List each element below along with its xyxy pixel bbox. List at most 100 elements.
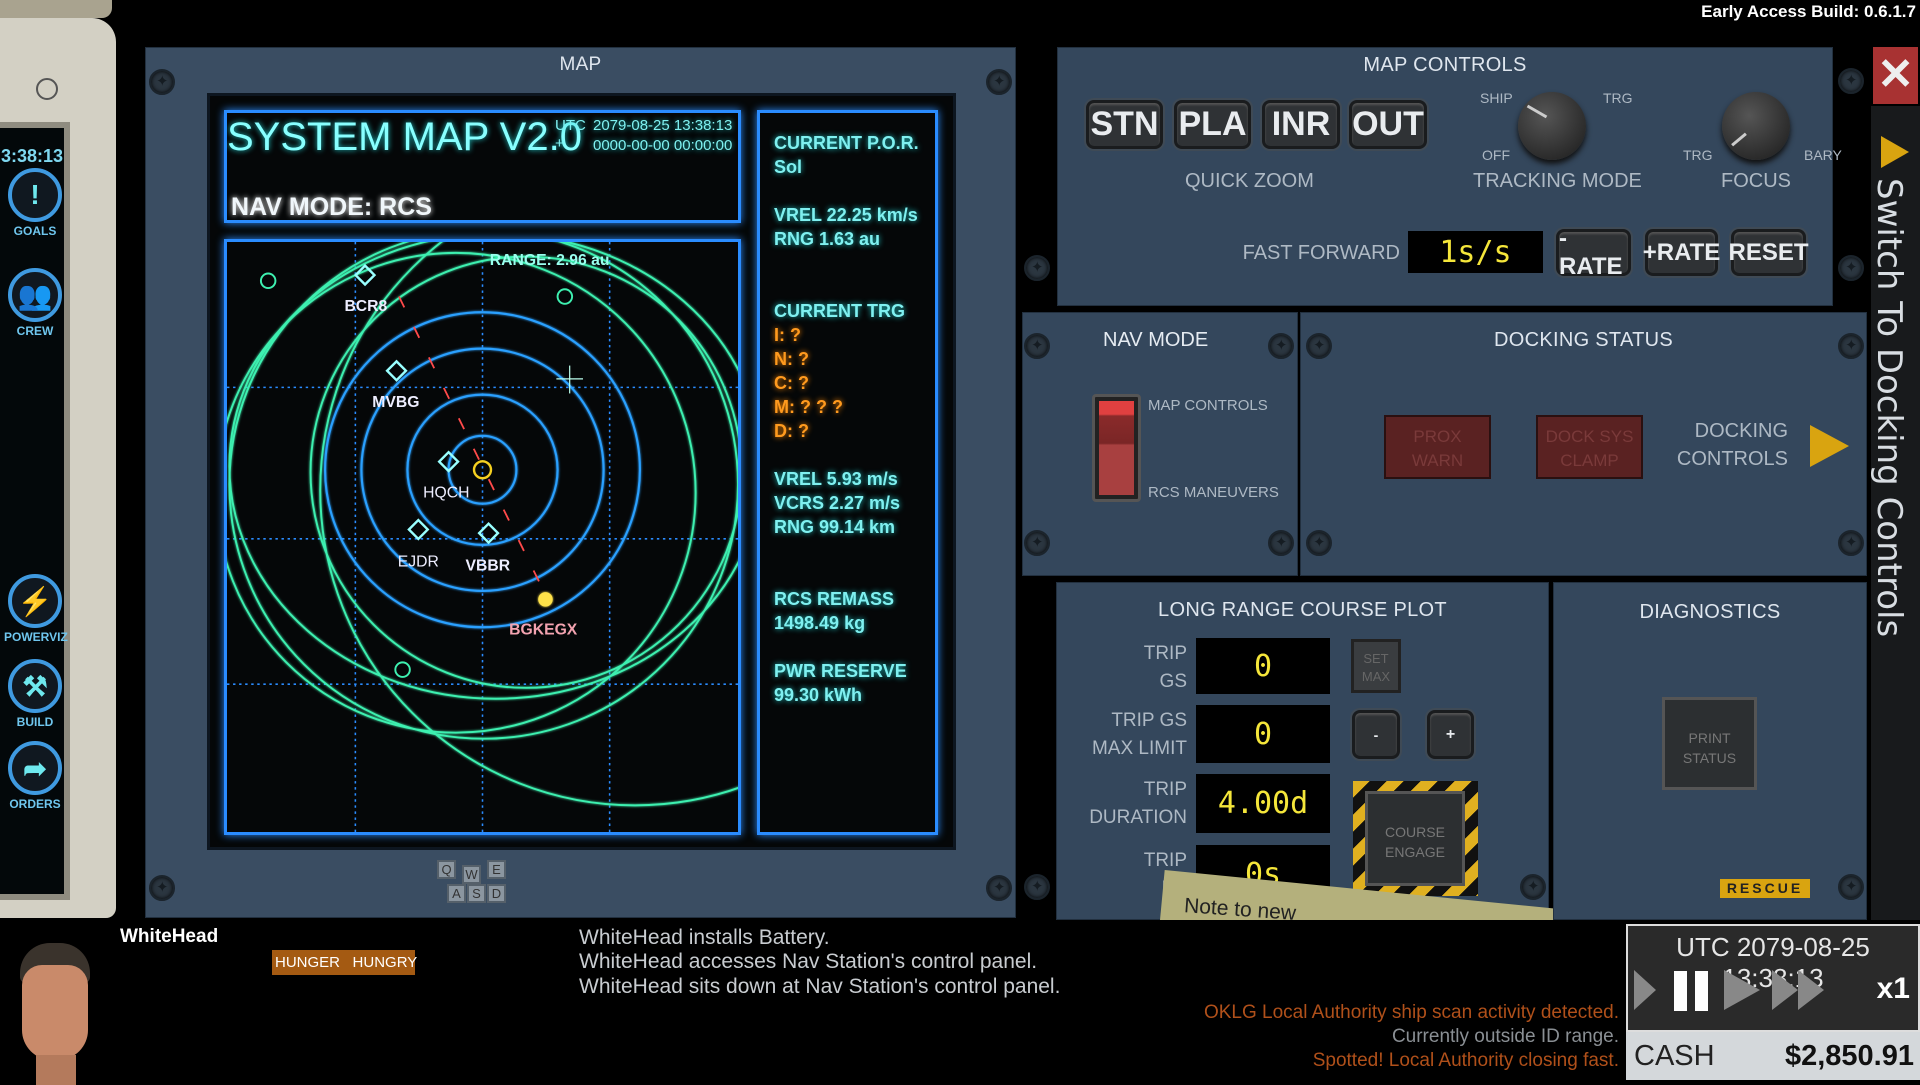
max-limit-increase-button[interactable]: +: [1427, 710, 1474, 759]
rate-reset-button[interactable]: RESET: [1729, 229, 1809, 276]
ship-marker[interactable]: [538, 592, 553, 607]
time-widget: UTC 2079-08-25 13:38:13 x1: [1626, 924, 1920, 1032]
sun-marker[interactable]: [472, 460, 493, 480]
ship-label[interactable]: BGKEGX: [509, 622, 578, 639]
log-line: WhiteHead sits down at Nav Station's con…: [579, 975, 1061, 998]
trip-gs-max-label: TRIP GS MAX LIMIT: [1091, 710, 1187, 759]
tracking-mode-label: TRACKING MODE: [1473, 170, 1642, 192]
speed-multiplier: x1: [1876, 972, 1910, 1005]
tracking-mode-knob[interactable]: [1518, 92, 1586, 160]
screw-icon: [1838, 333, 1864, 359]
exclamation-icon: !: [8, 168, 62, 222]
tablet-button[interactable]: [36, 78, 58, 100]
panel-title: LONG RANGE COURSE PLOT: [1158, 599, 1447, 621]
sidebar-item-powerviz[interactable]: ⚡ POWERVIZ: [4, 574, 68, 644]
panel-title: NAV MODE: [1103, 329, 1209, 351]
key-q[interactable]: Q: [437, 860, 456, 879]
play-button[interactable]: [1724, 970, 1760, 1010]
crew-name[interactable]: WhiteHead: [120, 926, 218, 948]
key-d[interactable]: D: [487, 884, 506, 903]
screw-icon: [1306, 333, 1332, 359]
zoom-out-button[interactable]: OUT: [1349, 100, 1427, 149]
key-w[interactable]: W: [462, 865, 481, 884]
body-label[interactable]: HQCH: [423, 485, 469, 502]
trip-duration-label: TRIP DURATION: [1089, 779, 1187, 828]
close-button[interactable]: ✕: [1873, 47, 1918, 104]
key-a[interactable]: A: [447, 884, 466, 903]
sidebar-item-orders[interactable]: ➦ ORDERS: [4, 741, 66, 811]
body-label[interactable]: EJDR: [398, 554, 439, 571]
crew-avatar[interactable]: [12, 935, 102, 1085]
nav-mode-toggle[interactable]: [1092, 394, 1141, 502]
screw-icon: [1024, 333, 1050, 359]
lightning-icon: ⚡: [8, 574, 62, 628]
zoom-inr-button[interactable]: INR: [1262, 100, 1340, 149]
zoom-stn-button[interactable]: STN: [1086, 100, 1163, 149]
screw-icon: [1024, 255, 1050, 281]
switch-docking-label: Switch To Docking Controls: [1869, 178, 1909, 638]
screw-icon: [149, 875, 175, 901]
screw-icon: [1838, 874, 1864, 900]
pause-button[interactable]: [1674, 971, 1708, 1011]
switch-docking-strip[interactable]: Switch To Docking Controls: [1869, 106, 1920, 920]
sidebar-item-crew[interactable]: 👥 CREW: [4, 268, 66, 338]
key-s[interactable]: S: [467, 884, 486, 903]
sidebar-item-goals[interactable]: ! GOALS: [4, 168, 66, 238]
print-status-button[interactable]: PRINT STATUS: [1662, 697, 1757, 790]
pwr-value: 99.30 kWh: [774, 685, 863, 705]
rescue-button[interactable]: RESCUE: [1720, 879, 1810, 898]
screw-icon: [1520, 874, 1546, 900]
body-label[interactable]: VBBR: [466, 557, 511, 574]
alert-line: OKLG Local Authority ship scan activity …: [1203, 1002, 1619, 1023]
system-map[interactable]: RANGE: 2.96 au BCR8 MVBG HQCH EJDR VBBR …: [224, 239, 741, 835]
trg-field: N: ?: [774, 349, 809, 369]
trg-label: CURRENT TRG: [774, 301, 905, 321]
play-slow-button[interactable]: [1634, 970, 1656, 1010]
trip-gs-max-display: 0: [1196, 705, 1330, 763]
sidebar-time: 3:38:13: [0, 146, 64, 166]
panel-title: DIAGNOSTICS: [1639, 601, 1781, 623]
panel-title: MAP CONTROLS: [1363, 54, 1527, 76]
set-max-button[interactable]: SET MAX: [1351, 639, 1401, 693]
utc-time: 2079-08-25 13:38:13: [593, 117, 733, 134]
prox-warn-light: PROX WARN: [1384, 415, 1491, 479]
time-offset: 0000-00-00 00:00:00: [593, 137, 733, 154]
nav-mode-readout: NAV MODE: RCS: [231, 193, 432, 221]
focus-label: FOCUS: [1721, 170, 1791, 192]
sidebar-label: BUILD: [16, 715, 54, 729]
sidebar-label: CREW: [16, 324, 54, 338]
rng-readout: RNG 1.63 au: [774, 229, 881, 249]
rate-increase-button[interactable]: +RATE: [1643, 229, 1720, 276]
crew-icon: 👥: [8, 268, 62, 322]
key-e[interactable]: E: [487, 860, 506, 879]
fast-forward-label: FAST FORWARD: [1242, 242, 1400, 264]
cash-label: CASH: [1634, 1040, 1715, 1072]
toggle-option-label: MAP CONTROLS: [1148, 397, 1268, 414]
por-label: CURRENT P.O.R.: [774, 133, 919, 153]
panel-title: MAP: [559, 54, 602, 75]
screw-icon: [1838, 255, 1864, 281]
screw-icon: [986, 875, 1012, 901]
max-limit-decrease-button[interactable]: -: [1352, 710, 1400, 759]
screw-icon: [986, 69, 1012, 95]
trip-gs-label: TRIP GS: [1143, 643, 1187, 692]
map-title: SYSTEM MAP V2.0: [227, 115, 582, 159]
focus-knob[interactable]: [1722, 92, 1790, 160]
body-label[interactable]: MVBG: [372, 394, 419, 411]
quick-zoom-label: QUICK ZOOM: [1185, 170, 1314, 192]
screw-icon: [1838, 68, 1864, 94]
screw-icon: [1024, 530, 1050, 556]
knob-label: TRG: [1683, 147, 1713, 163]
vrel-readout: VREL 5.93 m/s: [774, 469, 898, 489]
toggle-option-label: RCS MANEUVERS: [1148, 484, 1279, 501]
zoom-pla-button[interactable]: PLA: [1174, 100, 1251, 149]
rng-readout: RNG 99.14 km: [774, 517, 896, 537]
cash-bar: CASH $2,850.91: [1626, 1032, 1920, 1080]
docking-controls-arrow-button[interactable]: [1810, 425, 1849, 467]
sidebar-label: ORDERS: [9, 797, 61, 811]
body-label[interactable]: BCR8: [344, 298, 387, 315]
fast-forward-button[interactable]: [1772, 970, 1832, 1010]
sidebar-item-build[interactable]: ⚒ BUILD: [4, 659, 66, 729]
course-engage-button[interactable]: COURSE ENGAGE: [1365, 791, 1465, 886]
rate-decrease-button[interactable]: -RATE: [1556, 225, 1631, 280]
